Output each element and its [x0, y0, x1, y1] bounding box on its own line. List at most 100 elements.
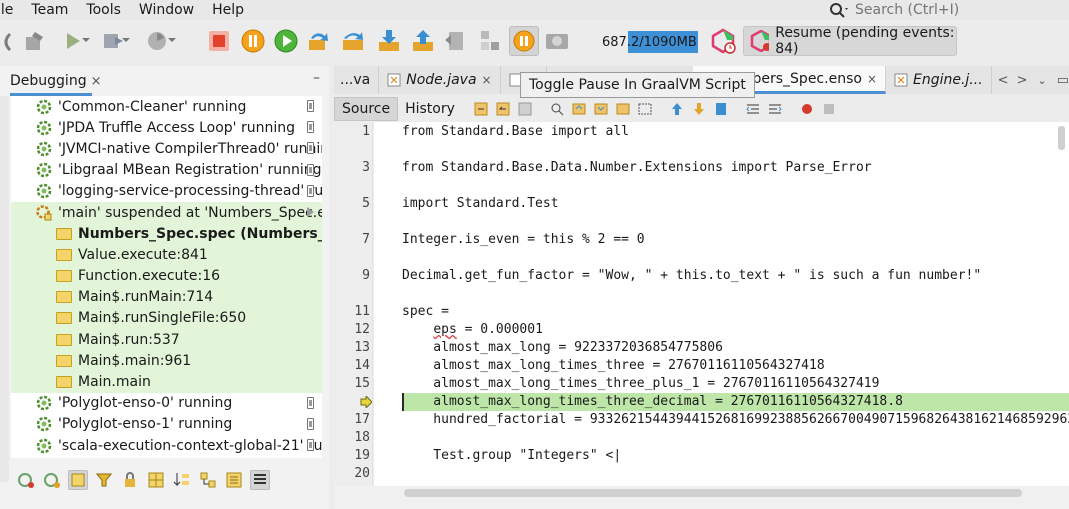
code-line[interactable]: 20 [334, 465, 1069, 483]
call-stack-frame[interactable]: Function.execute:16 [11, 265, 322, 287]
step-into-icon[interactable] [376, 28, 402, 54]
thread-pin-icon[interactable] [307, 142, 314, 155]
code-line[interactable]: 9 Decimal.get_fun_factor = "Wow, " + this… [334, 267, 1069, 285]
thread-pin-icon[interactable] [307, 184, 314, 197]
code-line[interactable] [334, 285, 1069, 303]
gc-icon[interactable] [710, 28, 736, 54]
thread-pin-icon[interactable] [307, 100, 314, 112]
filter-icon[interactable] [94, 470, 114, 490]
forward-icon[interactable] [517, 101, 533, 117]
thread-item[interactable]: 'Common-Cleaner' running [11, 96, 322, 117]
previous-bookmark-icon[interactable] [669, 101, 685, 117]
toggle-pause-graalvm-script-button[interactable] [509, 26, 539, 56]
code-line[interactable]: 17 hundred_factorial = 93326215443944152… [334, 411, 1069, 429]
memory-indicator[interactable]: 687.2/1090MB [602, 31, 698, 53]
sort-icon[interactable] [172, 470, 192, 490]
menu-team[interactable]: Team [22, 0, 77, 20]
thread-item[interactable]: 'Polyglot-enso-1' running [11, 414, 322, 435]
clean-build-icon[interactable] [22, 28, 48, 54]
tab-debugging[interactable]: Debugging × [10, 68, 101, 94]
tab-java-file[interactable]: ...va [334, 66, 380, 94]
code-line[interactable]: 14 almost_max_long_times_three = 2767011… [334, 357, 1069, 375]
chevron-right-icon[interactable]: > [1017, 73, 1028, 88]
code-line[interactable] [334, 141, 1069, 159]
toggle-bookmark-icon[interactable] [713, 101, 729, 117]
call-stack-frame[interactable]: Value.execute:841 [11, 244, 322, 266]
step-over-icon[interactable] [306, 28, 332, 54]
chevron-left-icon[interactable]: < [998, 73, 1009, 88]
shift-left-icon[interactable] [745, 101, 761, 117]
thread-item[interactable]: 'scala-execution-context-global-21' runn… [11, 435, 322, 456]
call-stack-view-icon[interactable] [250, 470, 270, 490]
back-icon[interactable] [0, 28, 22, 54]
menu-window[interactable]: Window [130, 0, 203, 20]
tab-engine-java[interactable]: Engine.j... [886, 66, 992, 94]
call-stack-frame[interactable]: Main$.run:537 [11, 329, 322, 351]
menu-help[interactable]: Help [203, 0, 253, 20]
tree-scrollbar[interactable] [0, 96, 9, 482]
code-line[interactable]: 15 almost_max_long_times_three_plus_1 = … [334, 375, 1069, 393]
maximize-icon[interactable]: ▭ [1057, 73, 1069, 88]
close-icon[interactable]: × [482, 73, 492, 87]
code-line[interactable]: 7 Integer.is_even = this % 2 == 0 [334, 231, 1069, 249]
code-line[interactable] [334, 177, 1069, 195]
source-button[interactable]: Source [334, 97, 399, 121]
resume-button[interactable]: Resume (pending events: 84) [743, 25, 957, 57]
find-previous-icon[interactable] [571, 101, 587, 117]
call-stack-frame[interactable]: Main$.runMain:714 [11, 286, 322, 308]
code-line[interactable]: 11 spec = [334, 303, 1069, 321]
call-stack-frame[interactable]: Numbers_Spec.spec (Numbers_Spec.enso:16) [11, 223, 322, 245]
code-line[interactable]: 3 from Standard.Base.Data.Number.Extensio… [334, 159, 1069, 177]
code-line[interactable] [334, 249, 1069, 267]
find-icon[interactable] [549, 101, 565, 117]
history-button[interactable]: History [398, 97, 462, 121]
suspend-threads-icon[interactable] [42, 470, 62, 490]
show-frames-icon[interactable] [68, 470, 88, 490]
monitors-icon[interactable] [146, 470, 166, 490]
toggle-highlight-icon[interactable] [615, 101, 631, 117]
vertical-scrollbar[interactable] [1058, 126, 1065, 150]
lock-icon[interactable] [120, 470, 140, 490]
chevron-down-icon[interactable] [80, 28, 92, 54]
minimize-icon[interactable]: – [313, 70, 320, 86]
find-next-icon[interactable] [593, 101, 609, 117]
thread-item[interactable]: 'JVMCI-native CompilerThread0' running [11, 138, 322, 159]
thread-item[interactable]: 'main' suspended at 'Numbers_Spec.enso' [11, 201, 322, 224]
thread-pin-icon[interactable] [307, 396, 314, 409]
back-icon[interactable] [495, 101, 511, 117]
shift-right-icon[interactable] [767, 101, 783, 117]
tab-node-java[interactable]: Node.java × [379, 66, 501, 94]
code-line[interactable]: 19 Test.group "Integers" <| [334, 447, 1069, 465]
group-icon[interactable] [198, 470, 218, 490]
thread-pin-icon[interactable] [307, 121, 314, 134]
call-stack-frame[interactable]: Main.main [11, 371, 322, 393]
stop-macro-recording-icon[interactable] [821, 101, 837, 117]
chevron-down-icon[interactable] [166, 28, 178, 54]
code-editor[interactable]: 1 from Standard.Base import all 3 from Stan… [334, 122, 1069, 486]
horizontal-scrollbar[interactable] [404, 489, 1022, 497]
pause-icon[interactable] [240, 28, 266, 54]
finish-debugger-icon[interactable] [206, 28, 232, 54]
chevron-down-icon[interactable] [120, 28, 132, 54]
apply-code-changes-icon[interactable] [477, 28, 503, 54]
close-icon[interactable]: × [867, 72, 877, 86]
take-snapshot-icon[interactable] [544, 28, 570, 54]
thread-item[interactable]: 'JPDA Truffle Access Loop' running [11, 117, 322, 138]
search-input[interactable] [855, 2, 1055, 18]
start-macro-recording-icon[interactable] [799, 101, 815, 117]
code-line[interactable]: 18 [334, 429, 1069, 447]
code-line[interactable]: 1 from Standard.Base import all [334, 123, 1069, 141]
chevron-down-icon[interactable]: ⌄ [1037, 74, 1046, 87]
thread-item[interactable]: 'Polyglot-enso-0' running [11, 393, 322, 414]
toggle-rect-selection-icon[interactable] [637, 101, 653, 117]
menu-tools[interactable]: Tools [77, 0, 130, 20]
threads-view-icon[interactable] [224, 470, 244, 490]
code-line[interactable] [334, 213, 1069, 231]
resume-threads-icon[interactable] [16, 470, 36, 490]
thread-item[interactable]: 'Libgraal MBean Registration' running [11, 160, 322, 181]
close-icon[interactable]: × [91, 74, 102, 89]
run-to-cursor-icon[interactable] [443, 28, 469, 54]
menu-file[interactable]: ile [0, 0, 22, 20]
code-line[interactable]: 5 import Standard.Test [334, 195, 1069, 213]
code-line[interactable]: 13 almost_max_long = 9223372036854775806 [334, 339, 1069, 357]
